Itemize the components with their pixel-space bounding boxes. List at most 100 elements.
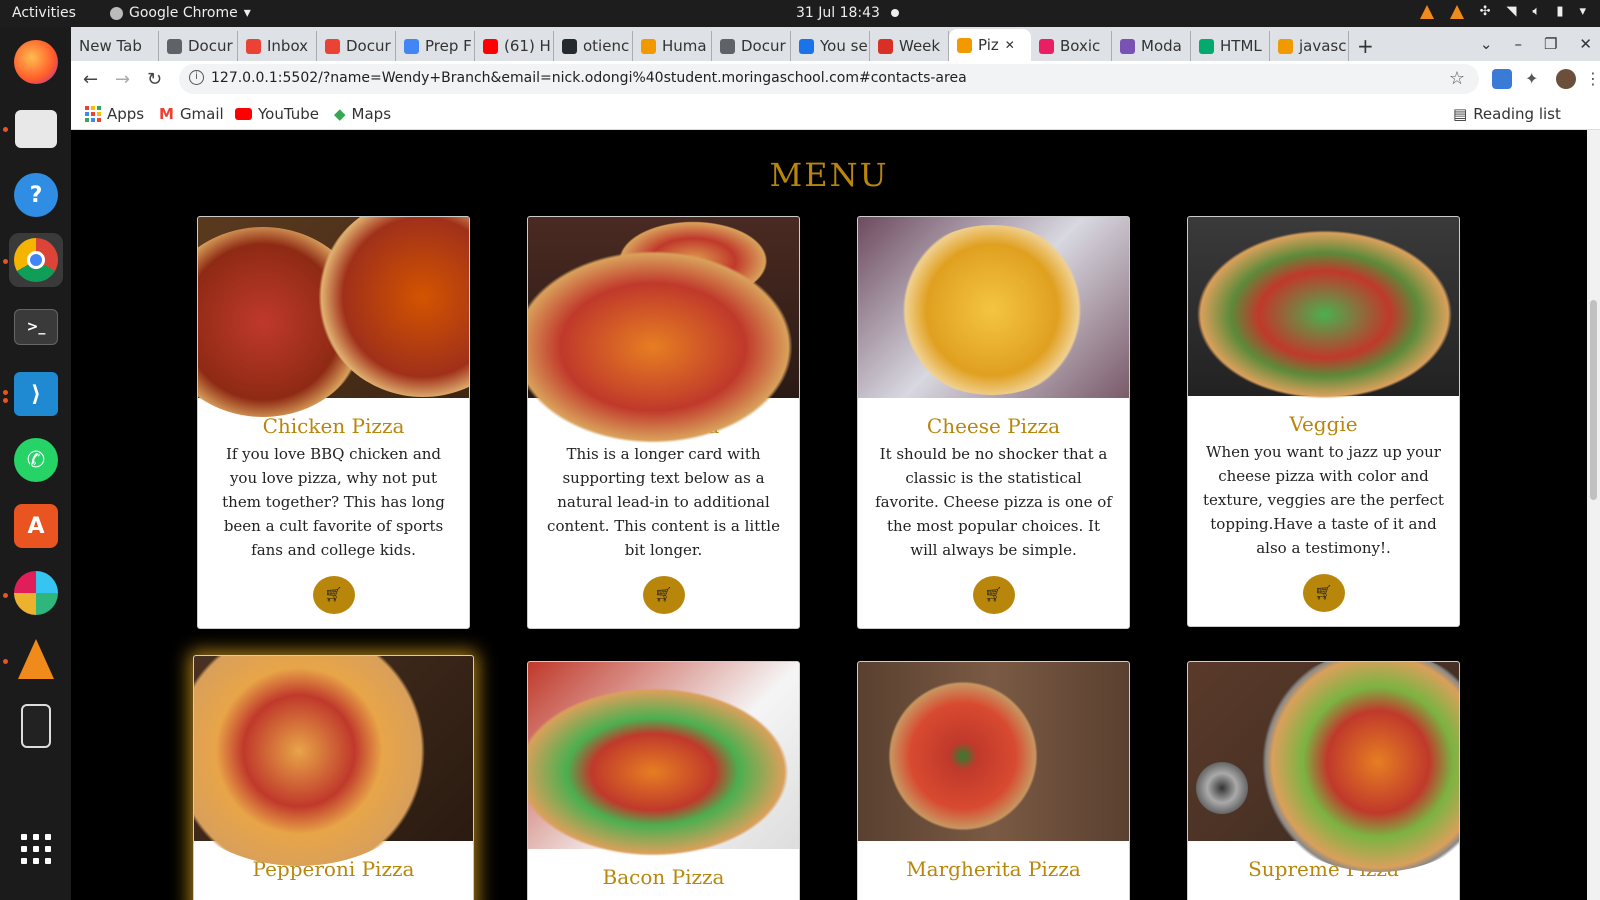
bookmark-gmail[interactable]: M Gmail xyxy=(159,105,224,123)
browser-tab[interactable]: otienc xyxy=(554,31,633,61)
browser-tab[interactable]: Inbox xyxy=(238,31,317,61)
card-description: When you want to jazz up your cheese piz… xyxy=(1203,443,1444,557)
tab-search-icon[interactable]: ⌄ xyxy=(1480,35,1493,53)
browser-tab[interactable]: HTML xyxy=(1191,31,1270,61)
page-content: MENU Chicken Pizza If you love BBQ chick… xyxy=(71,130,1587,900)
tab-label: Inbox xyxy=(267,37,309,55)
add-to-cart-button[interactable]: 🛒︎ xyxy=(312,576,355,614)
vlc-tray-icon[interactable] xyxy=(1419,4,1434,19)
site-info-icon[interactable]: i xyxy=(189,70,204,85)
battery-icon[interactable]: ▮ xyxy=(1556,4,1563,19)
browser-tab[interactable]: javasc xyxy=(1270,31,1349,61)
reading-list-icon: ▤ xyxy=(1453,105,1468,123)
close-tab-icon[interactable]: ✕ xyxy=(1005,38,1015,52)
browser-toolbar: ← → ↻ i 127.0.0.1:5502/?name=Wendy+Branc… xyxy=(71,61,1600,97)
puzzle-extensions-icon[interactable]: ✦ xyxy=(1525,69,1545,89)
dock-terminal[interactable]: >_ xyxy=(9,300,63,354)
chevron-down-icon[interactable]: ▾ xyxy=(1579,4,1586,19)
tab-label: Docur xyxy=(188,37,233,55)
minimize-button[interactable]: – xyxy=(1514,35,1522,53)
dock-ipod[interactable] xyxy=(9,699,63,753)
maximize-button[interactable]: ❐ xyxy=(1544,35,1557,53)
software-center-icon: A xyxy=(14,504,58,548)
browser-tab[interactable]: Huma xyxy=(633,31,712,61)
add-to-cart-button[interactable]: 🛒︎ xyxy=(642,576,685,614)
browser-tab[interactable]: Prep F xyxy=(396,31,475,61)
cart-icon: 🛒︎ xyxy=(654,587,673,603)
system-tray[interactable]: ✣ ◥ 🔈︎ ▮ ▾ xyxy=(1419,4,1586,19)
reading-list-button[interactable]: ▤ Reading list xyxy=(1453,105,1561,123)
browser-tab[interactable]: Moda xyxy=(1112,31,1191,61)
bookmark-youtube[interactable]: YouTube xyxy=(235,105,319,123)
dock-show-apps[interactable] xyxy=(9,822,63,876)
bookmark-maps[interactable]: ◆ Maps xyxy=(334,105,391,123)
dock-files[interactable] xyxy=(9,102,63,156)
tab-favicon-icon xyxy=(325,38,340,54)
browser-tab[interactable]: You se xyxy=(791,31,870,61)
browser-tab[interactable]: Docur xyxy=(712,31,791,61)
browser-tab[interactable]: Piz ✕ xyxy=(949,29,1031,61)
cart-icon: 🛒︎ xyxy=(1314,585,1333,601)
apps-grid-icon xyxy=(21,834,51,864)
activities-button[interactable]: Activities xyxy=(12,5,76,21)
dock-slack[interactable] xyxy=(9,566,63,620)
tab-strip: New Tab Docur Inbox Docur Prep F (61) H otienc… xyxy=(71,27,1600,61)
extension-icon[interactable] xyxy=(1492,69,1512,89)
dock-software[interactable]: A xyxy=(9,499,63,553)
margherita-pizza-image xyxy=(858,662,1129,841)
tab-label: (61) H xyxy=(504,37,551,55)
browser-tab[interactable]: Week xyxy=(870,31,949,61)
volume-icon[interactable]: 🔈︎ xyxy=(1533,4,1541,19)
chrome-small-icon xyxy=(110,6,123,20)
tab-label: Week xyxy=(899,37,941,55)
menu-card-margherita: Margherita Pizza xyxy=(857,661,1130,900)
tab-label: Docur xyxy=(741,37,786,55)
supreme-pizza-image xyxy=(1188,662,1459,872)
dock-vscode[interactable]: ⟩ xyxy=(9,367,63,421)
dock-chrome[interactable] xyxy=(9,233,63,287)
vlc-icon xyxy=(18,639,54,679)
profile-avatar[interactable] xyxy=(1556,69,1576,89)
vscode-icon: ⟩ xyxy=(14,372,58,416)
tab-label: Prep F xyxy=(425,37,472,55)
bacon-pizza-image xyxy=(528,662,799,862)
tab-favicon-icon xyxy=(957,37,972,53)
browser-tab[interactable]: Docur xyxy=(159,31,238,61)
browser-tab[interactable]: Boxic xyxy=(1031,31,1112,61)
back-button[interactable]: ← xyxy=(83,69,98,90)
bookmark-apps[interactable]: Apps xyxy=(85,105,144,123)
clock[interactable]: 31 Jul 18:43 xyxy=(796,5,880,21)
wifi-icon[interactable]: ◥ xyxy=(1507,4,1517,19)
dock-firefox[interactable] xyxy=(9,35,63,89)
tab-favicon-icon xyxy=(799,38,814,54)
dock-vlc[interactable] xyxy=(9,632,63,686)
youtube-icon xyxy=(235,108,252,120)
forward-button[interactable]: → xyxy=(115,69,130,90)
scrollbar-thumb[interactable] xyxy=(1590,300,1597,500)
dock-help[interactable]: ? xyxy=(9,168,63,222)
browser-tab[interactable]: (61) H xyxy=(475,31,554,61)
add-to-cart-button[interactable]: 🛒︎ xyxy=(972,576,1015,614)
menu-card-supreme: Supreme Pizza xyxy=(1187,661,1460,900)
vlc-tray-icon-2[interactable] xyxy=(1449,4,1464,19)
browser-tab[interactable]: Docur xyxy=(317,31,396,61)
add-to-cart-button[interactable]: 🛒︎ xyxy=(1302,574,1345,612)
app-menu[interactable]: Google Chrome ▾ xyxy=(110,5,251,21)
menu-card-meat: Meat Pizza This is a longer card with su… xyxy=(527,216,800,629)
network-icon[interactable]: ✣ xyxy=(1480,4,1491,19)
address-bar[interactable]: i 127.0.0.1:5502/?name=Wendy+Branch&emai… xyxy=(179,64,1479,94)
bookmark-star-icon[interactable]: ☆ xyxy=(1449,68,1465,89)
tab-favicon-icon xyxy=(1039,38,1054,54)
page-scrollbar[interactable] xyxy=(1587,130,1600,900)
new-tab-button[interactable]: + xyxy=(1349,31,1382,61)
tab-label: javasc xyxy=(1299,37,1347,55)
tab-label: Moda xyxy=(1141,37,1182,55)
close-window-button[interactable]: ✕ xyxy=(1579,35,1592,53)
dock-whatsapp[interactable]: ✆ xyxy=(9,433,63,487)
tab-favicon-icon xyxy=(720,38,735,54)
kebab-menu-icon[interactable]: ⋮ xyxy=(1585,69,1600,89)
bookmark-label: Apps xyxy=(107,105,145,123)
browser-tab[interactable]: New Tab xyxy=(71,31,159,61)
tab-favicon-icon xyxy=(562,38,577,54)
reload-button[interactable]: ↻ xyxy=(147,69,162,90)
